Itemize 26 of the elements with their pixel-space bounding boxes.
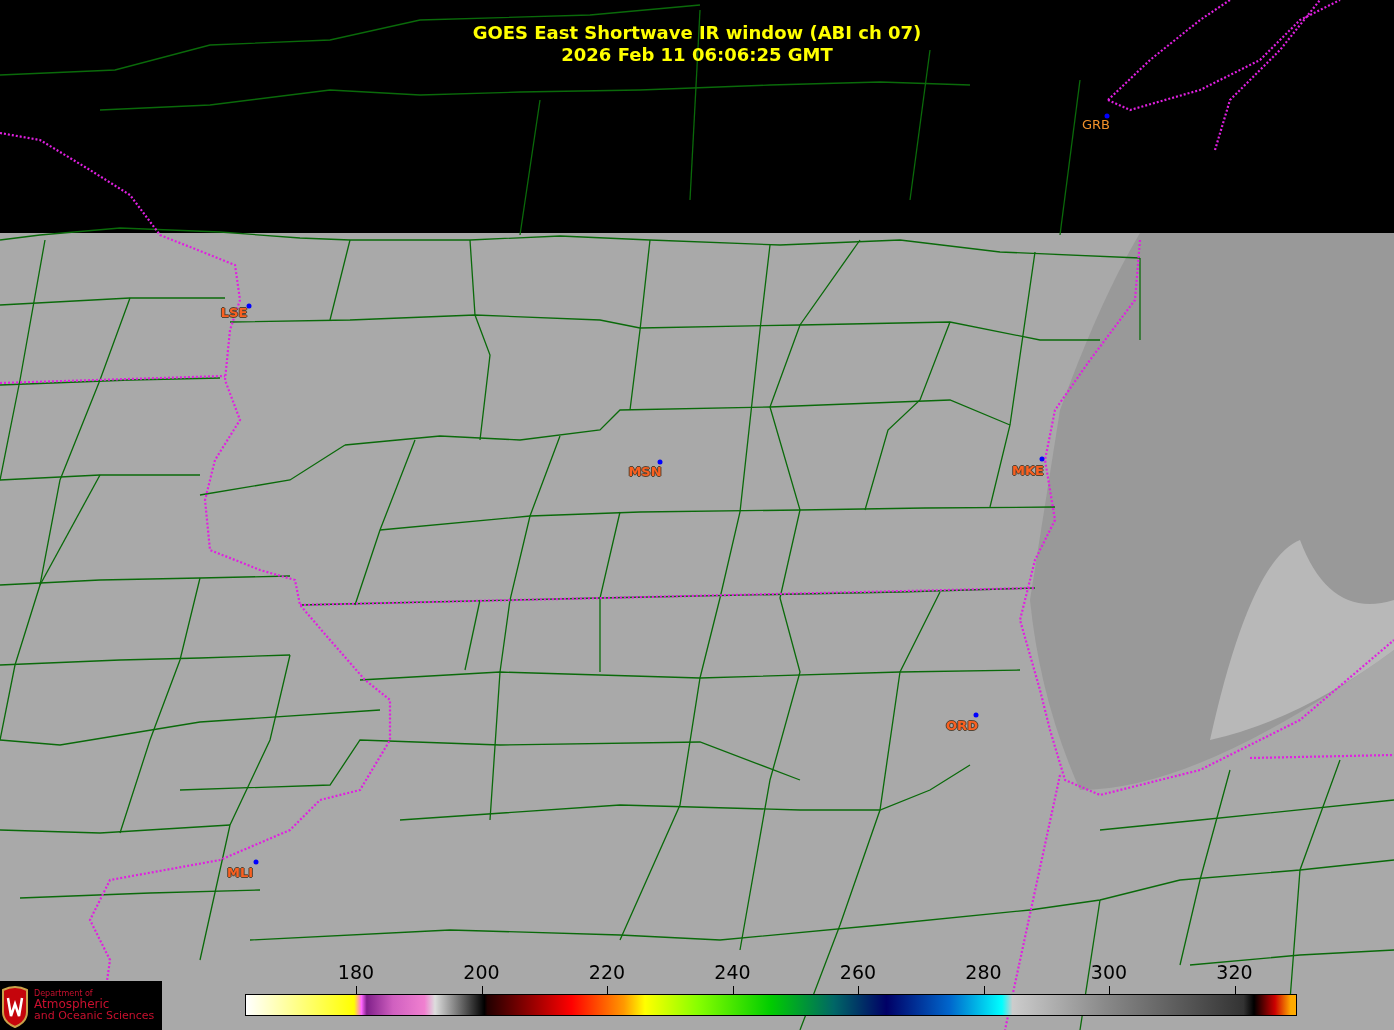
scale-tick-label: 220 [588, 960, 626, 984]
scale-tick-label: 260 [839, 960, 877, 984]
scale-tick-label: 180 [337, 960, 375, 984]
department-text: and Oceanic Sciences [34, 1010, 155, 1021]
station-dot [657, 459, 663, 465]
crest-icon [0, 983, 30, 1028]
timestamp-text: 2026 Feb 11 06:06:25 GMT [561, 44, 833, 66]
station-label: ORD [946, 719, 978, 733]
station-dot [246, 303, 252, 309]
scale-tick-label: 240 [714, 960, 751, 984]
department-text: Department of [34, 990, 93, 998]
station-dot [253, 859, 259, 865]
scale-tick-label: 320 [1216, 960, 1253, 984]
station-label: MLI [226, 866, 254, 880]
station-dot [973, 712, 979, 718]
station-label: GRB [1082, 118, 1110, 132]
station-label: MKE [1012, 464, 1044, 478]
station-dot [1039, 456, 1045, 462]
department-text: Atmospheric [34, 998, 111, 1010]
station-dot [1104, 113, 1110, 119]
title-text: GOES East Shortwave IR window (ABI ch 07) [472, 22, 922, 44]
scale-tick-label: 280 [965, 960, 1002, 984]
station-label: LSE [220, 306, 248, 320]
station-label: MSN [628, 465, 662, 479]
scale-tick-label: 300 [1090, 960, 1128, 984]
scale-tick-label: 200 [463, 960, 500, 984]
